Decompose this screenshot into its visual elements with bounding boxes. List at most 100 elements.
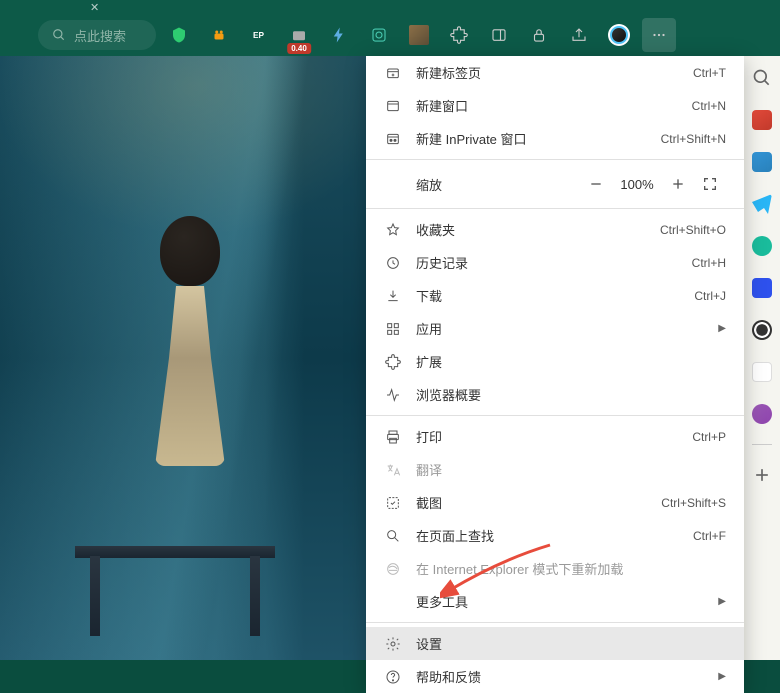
menu-item-inprivate-icon[interactable]: 新建 InPrivate 窗口Ctrl+Shift+N	[366, 122, 744, 155]
menu-label: 浏览器概要	[416, 385, 726, 404]
ep-icon[interactable]: EP	[242, 18, 276, 52]
menu-shortcut: Ctrl+J	[694, 289, 726, 303]
menu-item-screenshot-icon[interactable]: 截图Ctrl+Shift+S	[366, 486, 744, 519]
sidebar-baidu-icon[interactable]	[750, 276, 774, 300]
new-window-icon	[384, 97, 402, 115]
puzzle-icon[interactable]	[442, 18, 476, 52]
menu-shortcut: Ctrl+P	[692, 430, 726, 444]
apps-icon	[384, 320, 402, 338]
menu-item-performance-icon[interactable]: 浏览器概要	[366, 378, 744, 411]
sidebar-app-1[interactable]	[750, 108, 774, 132]
menu-label: 历史记录	[416, 253, 692, 272]
share-icon[interactable]	[562, 18, 596, 52]
menu-shortcut: Ctrl+Shift+S	[661, 496, 726, 510]
menu-item-translate-icon: 翻译	[366, 453, 744, 486]
print-icon	[384, 428, 402, 446]
menu-item-more[interactable]: 更多工具▶	[366, 585, 744, 618]
sidebar-search-icon[interactable]	[750, 66, 774, 90]
menu-label: 新建标签页	[416, 63, 693, 82]
zoom-value: 100%	[612, 177, 662, 192]
zoom-label: 缩放	[416, 175, 580, 194]
search-box[interactable]: 点此搜索	[38, 20, 156, 50]
menu-item-ie-icon: 在 Internet Explorer 模式下重新加载	[366, 552, 744, 585]
favorites-icon	[384, 221, 402, 239]
wallet-icon[interactable]: 0.40	[282, 18, 316, 52]
sidebar-qq-icon[interactable]	[750, 318, 774, 342]
menu-label: 截图	[416, 493, 661, 512]
sidebar-separator	[752, 444, 772, 445]
ie-icon	[384, 560, 402, 578]
downloads-icon	[384, 287, 402, 305]
menu-item-apps-icon[interactable]: 应用▶	[366, 312, 744, 345]
shield-icon[interactable]	[162, 18, 196, 52]
tab-bar: ✕	[0, 0, 780, 14]
lock-icon[interactable]	[522, 18, 556, 52]
sidebar-toggle-icon[interactable]	[482, 18, 516, 52]
menu-item-settings-icon[interactable]: 设置	[366, 627, 744, 660]
search-placeholder: 点此搜索	[74, 26, 126, 45]
grid-icon[interactable]	[362, 18, 396, 52]
menu-label: 下载	[416, 286, 694, 305]
pet-icon[interactable]	[202, 18, 236, 52]
chevron-right-icon: ▶	[718, 671, 726, 682]
sidebar-app-5[interactable]	[750, 402, 774, 426]
inprivate-icon	[384, 130, 402, 148]
performance-icon	[384, 386, 402, 404]
zoom-out-button[interactable]	[580, 168, 612, 200]
bolt-icon[interactable]	[322, 18, 356, 52]
menu-shortcut: Ctrl+H	[692, 256, 726, 270]
new-tab-icon	[384, 64, 402, 82]
search-icon	[52, 28, 66, 42]
svg-text:EP: EP	[253, 31, 265, 40]
menu-shortcut: Ctrl+N	[692, 99, 726, 113]
menu-label: 扩展	[416, 352, 726, 371]
menu-separator	[366, 622, 744, 623]
help-icon	[384, 668, 402, 686]
menu-shortcut: Ctrl+F	[693, 529, 726, 543]
fullscreen-button[interactable]	[694, 168, 726, 200]
menu-label: 在页面上查找	[416, 526, 693, 545]
avatar-icon[interactable]	[402, 18, 436, 52]
find-icon	[384, 527, 402, 545]
zoom-in-button[interactable]	[662, 168, 694, 200]
right-sidebar	[744, 56, 780, 660]
menu-item-new-window-icon[interactable]: 新建窗口Ctrl+N	[366, 89, 744, 122]
chevron-right-icon: ▶	[718, 596, 726, 607]
menu-label: 翻译	[416, 460, 726, 479]
menu-item-downloads-icon[interactable]: 下载Ctrl+J	[366, 279, 744, 312]
menu-label: 应用	[416, 319, 718, 338]
settings-icon	[384, 635, 402, 653]
wallpaper-bench	[30, 536, 320, 636]
close-icon[interactable]: ✕	[90, 1, 99, 14]
menu-separator	[366, 208, 744, 209]
menu-label: 打印	[416, 427, 692, 446]
menu-shortcut: Ctrl+Shift+N	[661, 132, 726, 146]
sidebar-app-4[interactable]	[750, 360, 774, 384]
profile-icon[interactable]	[602, 18, 636, 52]
menu-label: 更多工具	[416, 592, 718, 611]
menu-item-help-icon[interactable]: 帮助和反馈▶	[366, 660, 744, 693]
toolbar: 点此搜索 EP 0.40	[0, 14, 780, 56]
menu-shortcut: Ctrl+Shift+O	[660, 223, 726, 237]
menu-separator	[366, 415, 744, 416]
menu-item-new-tab-icon[interactable]: 新建标签页Ctrl+T	[366, 56, 744, 89]
menu-item-print-icon[interactable]: 打印Ctrl+P	[366, 420, 744, 453]
screenshot-icon	[384, 494, 402, 512]
sidebar-add-button[interactable]	[750, 463, 774, 487]
menu-label: 收藏夹	[416, 220, 660, 239]
menu-label: 新建窗口	[416, 96, 692, 115]
menu-item-history-icon[interactable]: 历史记录Ctrl+H	[366, 246, 744, 279]
menu-label: 帮助和反馈	[416, 667, 718, 686]
menu-label: 设置	[416, 634, 726, 653]
zoom-row: 缩放 100%	[366, 164, 744, 204]
menu-item-favorites-icon[interactable]: 收藏夹Ctrl+Shift+O	[366, 213, 744, 246]
menu-item-find-icon[interactable]: 在页面上查找Ctrl+F	[366, 519, 744, 552]
sidebar-telegram-icon[interactable]	[750, 192, 774, 216]
sidebar-app-2[interactable]	[750, 150, 774, 174]
history-icon	[384, 254, 402, 272]
translate-icon	[384, 461, 402, 479]
menu-item-extensions-icon[interactable]: 扩展	[366, 345, 744, 378]
sidebar-app-3[interactable]	[750, 234, 774, 258]
extensions-icon	[384, 353, 402, 371]
more-button[interactable]	[642, 18, 676, 52]
